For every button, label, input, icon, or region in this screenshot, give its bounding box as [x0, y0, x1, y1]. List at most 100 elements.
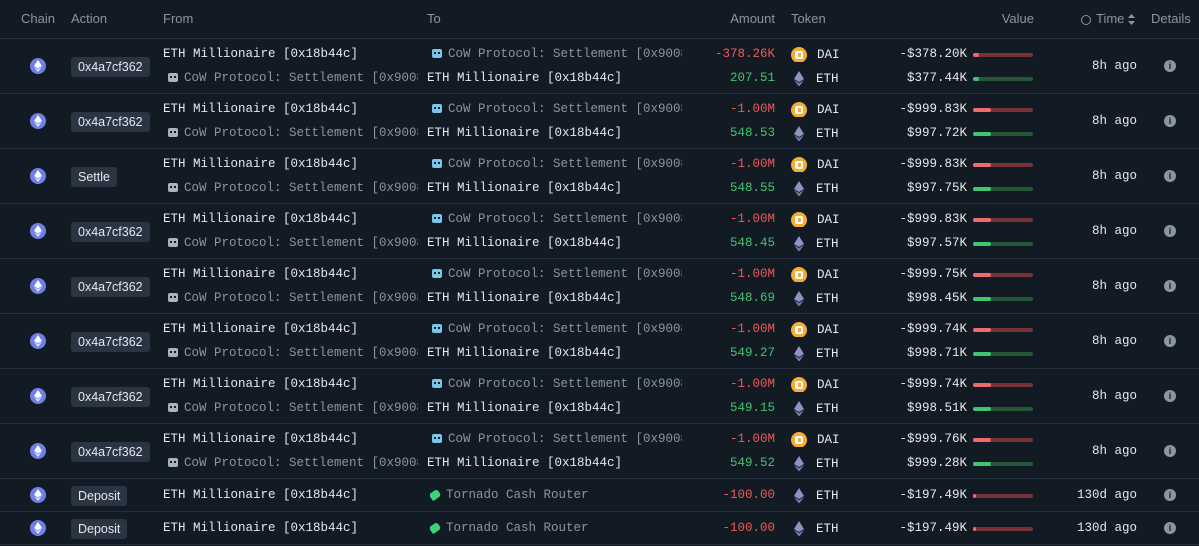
value-bar [973, 462, 1033, 466]
action-badge[interactable]: Settle [71, 167, 117, 187]
value-bar [973, 297, 1033, 301]
token-eth[interactable]: ETH [794, 520, 839, 536]
table-row[interactable]: Deposit ETH Millionaire [0x18b44c] Torna… [0, 512, 1199, 545]
token-eth[interactable]: ETH [794, 290, 839, 306]
to-address[interactable]: CoW Protocol: Settlement [0x9008… [432, 431, 682, 447]
to-address[interactable]: CoW Protocol: Settlement [0x9008… [432, 156, 682, 172]
to-address[interactable]: CoW Protocol: Settlement [0x9008… [432, 321, 682, 337]
to-address[interactable]: CoW Protocol: Settlement [0x9008… [432, 376, 682, 392]
from-address[interactable]: ETH Millionaire [0x18b44c] [163, 101, 418, 117]
table-row[interactable]: 0x4a7cf362 ETH Millionaire [0x18b44c] Co… [0, 259, 1199, 314]
action-badge[interactable]: 0x4a7cf362 [71, 387, 150, 407]
from-address[interactable]: ETH Millionaire [0x18b44c] [163, 431, 418, 447]
header-time[interactable]: Time [1081, 0, 1136, 38]
to-address[interactable]: ETH Millionaire [0x18b44c] [427, 70, 682, 86]
table-row[interactable]: Deposit ETH Millionaire [0x18b44c] Torna… [0, 479, 1199, 512]
dai-icon [791, 431, 807, 447]
token-eth[interactable]: ETH [794, 125, 839, 141]
token-dai[interactable]: DAI [791, 431, 840, 447]
action-badge[interactable]: 0x4a7cf362 [71, 442, 150, 462]
token-dai[interactable]: DAI [791, 101, 840, 117]
table-row[interactable]: 0x4a7cf362 ETH Millionaire [0x18b44c] Co… [0, 424, 1199, 479]
to-address[interactable]: ETH Millionaire [0x18b44c] [427, 345, 682, 361]
bot-icon [168, 293, 178, 303]
from-address[interactable]: CoW Protocol: Settlement [0x9008… [168, 400, 418, 416]
token-eth[interactable]: ETH [794, 70, 839, 86]
info-icon[interactable]: i [1164, 280, 1176, 292]
from-address[interactable]: ETH Millionaire [0x18b44c] [163, 211, 418, 227]
to-address[interactable]: ETH Millionaire [0x18b44c] [427, 455, 682, 471]
token-dai[interactable]: DAI [791, 321, 840, 337]
from-address[interactable]: CoW Protocol: Settlement [0x9008… [168, 70, 418, 86]
sort-icon[interactable] [1128, 14, 1136, 26]
table-row[interactable]: 0x4a7cf362 ETH Millionaire [0x18b44c] Co… [0, 369, 1199, 424]
tag-icon [430, 521, 442, 534]
action-badge[interactable]: 0x4a7cf362 [71, 112, 150, 132]
from-address[interactable]: CoW Protocol: Settlement [0x9008… [168, 235, 418, 251]
header-chain: Chain [21, 11, 55, 26]
from-address[interactable]: ETH Millionaire [0x18b44c] [163, 46, 418, 62]
token-dai[interactable]: DAI [791, 46, 840, 62]
token-dai[interactable]: DAI [791, 156, 840, 172]
from-address[interactable]: CoW Protocol: Settlement [0x9008… [168, 290, 418, 306]
from-address[interactable]: ETH Millionaire [0x18b44c] [163, 487, 418, 503]
info-icon[interactable]: i [1164, 522, 1176, 534]
table-row[interactable]: 0x4a7cf362 ETH Millionaire [0x18b44c] Co… [0, 94, 1199, 149]
info-icon[interactable]: i [1164, 115, 1176, 127]
token-dai[interactable]: DAI [791, 211, 840, 227]
to-address[interactable]: CoW Protocol: Settlement [0x9008… [432, 266, 682, 282]
from-address[interactable]: CoW Protocol: Settlement [0x9008… [168, 455, 418, 471]
token-dai[interactable]: DAI [791, 266, 840, 282]
info-icon[interactable]: i [1164, 445, 1176, 457]
token-eth[interactable]: ETH [794, 180, 839, 196]
info-icon[interactable]: i [1164, 335, 1176, 347]
from-address[interactable]: ETH Millionaire [0x18b44c] [163, 156, 418, 172]
from-address[interactable]: CoW Protocol: Settlement [0x9008… [168, 125, 418, 141]
token-eth[interactable]: ETH [794, 345, 839, 361]
info-icon[interactable]: i [1164, 225, 1176, 237]
from-address[interactable]: ETH Millionaire [0x18b44c] [163, 376, 418, 392]
info-icon[interactable]: i [1164, 390, 1176, 402]
from-address[interactable]: ETH Millionaire [0x18b44c] [163, 321, 418, 337]
table-row[interactable]: Settle ETH Millionaire [0x18b44c] CoW Pr… [0, 149, 1199, 204]
table-row[interactable]: 0x4a7cf362 ETH Millionaire [0x18b44c] Co… [0, 314, 1199, 369]
action-badge[interactable]: 0x4a7cf362 [71, 222, 150, 242]
amount-value: -1.00M [729, 102, 775, 116]
action-badge[interactable]: 0x4a7cf362 [71, 277, 150, 297]
eth-icon [794, 235, 804, 251]
amount-value: -1.00M [729, 377, 775, 391]
to-address[interactable]: CoW Protocol: Settlement [0x9008… [432, 211, 682, 227]
to-address[interactable]: ETH Millionaire [0x18b44c] [427, 180, 682, 196]
token-dai[interactable]: DAI [791, 376, 840, 392]
from-address[interactable]: CoW Protocol: Settlement [0x9008… [168, 180, 418, 196]
to-address[interactable]: Tornado Cash Router [430, 487, 680, 503]
token-eth[interactable]: ETH [794, 455, 839, 471]
token-eth[interactable]: ETH [794, 400, 839, 416]
action-badge[interactable]: 0x4a7cf362 [71, 332, 150, 352]
from-address[interactable]: ETH Millionaire [0x18b44c] [163, 520, 418, 536]
action-badge[interactable]: Deposit [71, 486, 128, 506]
usd-value: -$999.76K [899, 432, 967, 446]
to-address[interactable]: ETH Millionaire [0x18b44c] [427, 400, 682, 416]
action-badge[interactable]: 0x4a7cf362 [71, 57, 150, 77]
to-address[interactable]: ETH Millionaire [0x18b44c] [427, 125, 682, 141]
transfers-table: Chain Action From To Amount Token Value … [0, 0, 1199, 545]
from-address[interactable]: ETH Millionaire [0x18b44c] [163, 266, 418, 282]
to-address[interactable]: CoW Protocol: Settlement [0x9008… [432, 101, 682, 117]
to-address[interactable]: ETH Millionaire [0x18b44c] [427, 290, 682, 306]
action-badge[interactable]: Deposit [71, 519, 128, 539]
amount-value: -1.00M [729, 157, 775, 171]
token-eth[interactable]: ETH [794, 235, 839, 251]
amount-value: 548.45 [729, 236, 775, 250]
info-icon[interactable]: i [1164, 60, 1176, 72]
to-address[interactable]: Tornado Cash Router [430, 520, 680, 536]
token-eth[interactable]: ETH [794, 487, 839, 503]
to-address[interactable]: CoW Protocol: Settlement [0x9008… [432, 46, 682, 62]
table-row[interactable]: 0x4a7cf362 ETH Millionaire [0x18b44c] Co… [0, 204, 1199, 259]
info-icon[interactable]: i [1164, 170, 1176, 182]
table-row[interactable]: 0x4a7cf362 ETH Millionaire [0x18b44c] Co… [0, 39, 1199, 94]
from-address[interactable]: CoW Protocol: Settlement [0x9008… [168, 345, 418, 361]
usd-value: -$999.83K [899, 157, 967, 171]
info-icon[interactable]: i [1164, 489, 1176, 501]
to-address[interactable]: ETH Millionaire [0x18b44c] [427, 235, 682, 251]
